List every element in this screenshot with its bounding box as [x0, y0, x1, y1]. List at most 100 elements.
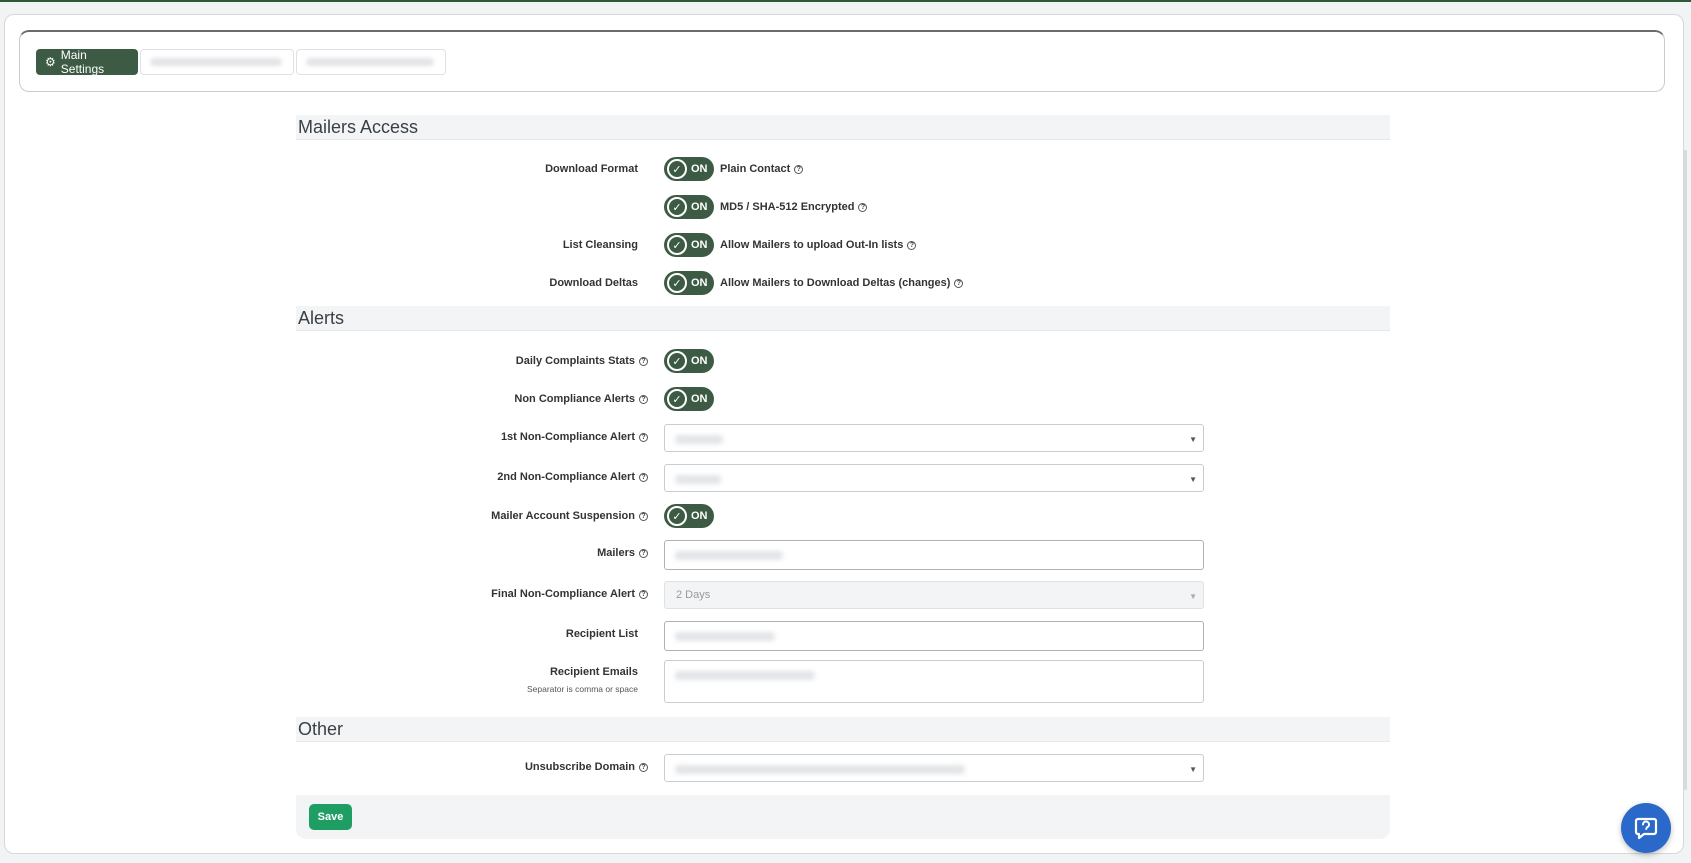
recipient-emails-hint: Separator is comma or space — [526, 684, 638, 694]
row-recipient-emails: Recipient Emails Separator is comma or s… — [296, 660, 1390, 705]
recipient-emails-label-text: Recipient Emails — [549, 666, 638, 678]
mailers-label: Mailers ? — [597, 539, 648, 567]
unsubscribe-domain-label-text: Unsubscribe Domain — [524, 761, 635, 773]
section-other: Other — [296, 717, 1390, 742]
daily-complaints-toggle[interactable]: ✓ ON — [664, 349, 714, 373]
question-circle-icon[interactable]: ? — [794, 164, 804, 174]
md5-text: MD5 / SHA-512 Encrypted ? — [720, 193, 868, 221]
final-alert-value: 2 Days — [676, 589, 711, 601]
question-circle-icon[interactable]: ? — [639, 511, 648, 521]
unsubscribe-domain-value-blurred — [675, 765, 965, 774]
check-circle-icon: ✓ — [667, 273, 687, 293]
suspension-label: Mailer Account Suspension ? — [491, 502, 648, 530]
question-circle-icon[interactable]: ? — [639, 356, 648, 366]
daily-complaints-toggle-state: ON — [691, 355, 708, 367]
top-accent-line — [0, 0, 1691, 2]
row-unsubscribe-domain: Unsubscribe Domain ? ▼ — [296, 753, 1390, 782]
unsubscribe-domain-label: Unsubscribe Domain ? — [525, 753, 648, 781]
question-circle-icon[interactable]: ? — [639, 394, 648, 404]
recipient-list-value-blurred — [675, 632, 775, 641]
chat-support-button[interactable] — [1621, 803, 1671, 853]
final-alert-select[interactable]: 2 Days ▼ — [664, 581, 1204, 609]
download-deltas-toggle-state: ON — [691, 277, 708, 289]
row-suspension: Mailer Account Suspension ? ✓ ON — [296, 502, 1390, 530]
second-alert-label: 2nd Non-Compliance Alert ? — [497, 463, 648, 491]
download-deltas-toggle[interactable]: ✓ ON — [664, 271, 714, 295]
question-circle-icon[interactable]: ? — [639, 472, 648, 482]
cogs-icon: ⚙ — [45, 55, 56, 69]
recipient-emails-value-blurred — [675, 671, 815, 680]
mailers-value-blurred — [675, 551, 783, 560]
recipient-emails-textarea[interactable] — [664, 660, 1204, 703]
question-circle-icon[interactable]: ? — [639, 548, 648, 558]
check-circle-icon: ✓ — [667, 197, 687, 217]
row-download-format: Download Format ✓ ON Plain Contact ? — [296, 155, 1390, 183]
caret-down-icon: ▼ — [1189, 475, 1197, 484]
daily-complaints-label-text: Daily Complaints Stats — [515, 355, 635, 367]
question-circle-icon[interactable]: ? — [954, 278, 964, 288]
list-cleansing-toggle[interactable]: ✓ ON — [664, 233, 714, 257]
check-circle-icon: ✓ — [667, 159, 687, 179]
chat-support-icon — [1634, 817, 1658, 840]
non-compliance-label: Non Compliance Alerts ? — [514, 385, 648, 413]
tab-2[interactable] — [140, 49, 294, 75]
plain-contact-text: Plain Contact ? — [720, 155, 804, 183]
second-alert-select[interactable]: ▼ — [664, 464, 1204, 492]
tab-main-settings[interactable]: ⚙ Main Settings — [36, 48, 138, 76]
caret-down-icon: ▼ — [1189, 765, 1197, 774]
non-compliance-toggle[interactable]: ✓ ON — [664, 387, 714, 411]
second-alert-label-text: 2nd Non-Compliance Alert — [497, 471, 635, 483]
question-circle-icon[interactable]: ? — [639, 432, 648, 442]
tab-2-label-blurred — [150, 58, 282, 66]
caret-down-icon: ▼ — [1189, 592, 1197, 601]
recipient-list-input[interactable] — [664, 621, 1204, 651]
download-deltas-text: Allow Mailers to Download Deltas (change… — [720, 269, 964, 297]
list-cleansing-label-text: List Cleansing — [562, 239, 638, 251]
download-deltas-label: Download Deltas — [549, 269, 638, 297]
suspension-label-text: Mailer Account Suspension — [491, 510, 635, 522]
question-circle-icon[interactable]: ? — [907, 240, 917, 250]
second-alert-value-blurred — [675, 475, 721, 484]
row-daily-complaints: Daily Complaints Stats ? ✓ ON — [296, 347, 1390, 375]
list-cleansing-text: Allow Mailers to upload Out-In lists ? — [720, 231, 917, 259]
section-alerts: Alerts — [296, 306, 1390, 331]
download-deltas-text-label: Allow Mailers to Download Deltas (change… — [720, 277, 951, 289]
plain-contact-text-label: Plain Contact — [720, 163, 791, 175]
suspension-toggle[interactable]: ✓ ON — [664, 504, 714, 528]
download-format-label: Download Format — [545, 155, 638, 183]
unsubscribe-domain-select[interactable]: ▼ — [664, 754, 1204, 782]
plain-contact-toggle[interactable]: ✓ ON — [664, 157, 714, 181]
list-cleansing-label: List Cleansing — [563, 231, 638, 259]
scrollbar[interactable] — [1684, 150, 1687, 790]
recipient-list-label: Recipient List — [566, 620, 638, 648]
row-mailers: Mailers ? — [296, 539, 1390, 570]
first-alert-select[interactable]: ▼ — [664, 424, 1204, 452]
row-final-alert: Final Non-Compliance Alert ? 2 Days ▼ — [296, 580, 1390, 609]
check-circle-icon: ✓ — [667, 506, 687, 526]
form-actions: Save — [296, 795, 1390, 839]
question-circle-icon[interactable]: ? — [639, 762, 648, 772]
check-circle-icon: ✓ — [667, 389, 687, 409]
mailers-input[interactable] — [664, 540, 1204, 570]
save-button[interactable]: Save — [309, 804, 352, 830]
row-recipient-list: Recipient List — [296, 620, 1390, 651]
question-circle-icon[interactable]: ? — [639, 589, 648, 599]
question-circle-icon[interactable]: ? — [858, 202, 868, 212]
md5-toggle[interactable]: ✓ ON — [664, 195, 714, 219]
mailers-label-text: Mailers — [597, 547, 635, 559]
first-alert-label-text: 1st Non-Compliance Alert — [500, 431, 635, 443]
row-download-deltas: Download Deltas ✓ ON Allow Mailers to Do… — [296, 269, 1390, 297]
list-cleansing-text-label: Allow Mailers to upload Out-In lists — [720, 239, 904, 251]
row-md5: ✓ ON MD5 / SHA-512 Encrypted ? — [296, 193, 1390, 221]
tab-3[interactable] — [296, 49, 446, 75]
tab-bar: ⚙ Main Settings — [19, 30, 1665, 92]
check-circle-icon: ✓ — [667, 351, 687, 371]
final-alert-label-text: Final Non-Compliance Alert — [491, 588, 635, 600]
list-cleansing-toggle-state: ON — [691, 239, 708, 251]
md5-toggle-state: ON — [691, 201, 708, 213]
daily-complaints-label: Daily Complaints Stats ? — [516, 347, 648, 375]
row-non-compliance: Non Compliance Alerts ? ✓ ON — [296, 385, 1390, 413]
recipient-list-label-text: Recipient List — [565, 628, 638, 640]
row-list-cleansing: List Cleansing ✓ ON Allow Mailers to upl… — [296, 231, 1390, 259]
download-format-label-text: Download Format — [545, 163, 638, 175]
